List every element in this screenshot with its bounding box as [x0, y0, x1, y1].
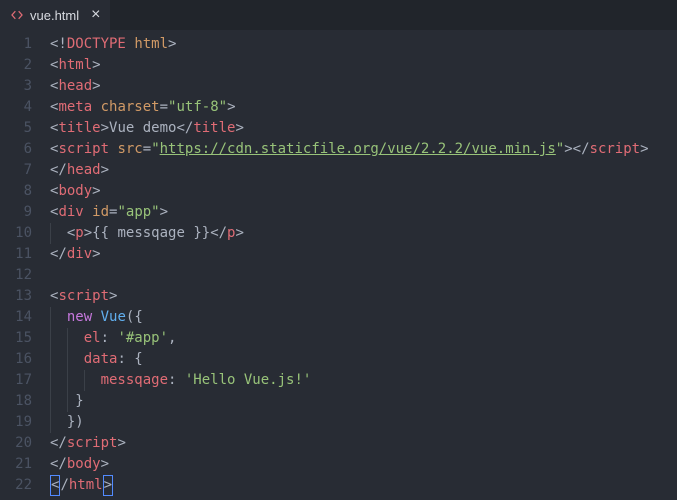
line-number: 18 [0, 391, 32, 412]
code-line[interactable]: messqage: 'Hello Vue.js!' [50, 370, 677, 391]
code-line[interactable]: <meta charset="utf-8"> [50, 97, 677, 118]
code-line[interactable]: }) [50, 412, 677, 433]
bracket-match: > [103, 475, 113, 496]
cursor: < [50, 475, 60, 496]
code-area[interactable]: <!DOCTYPE html> <html> <head> <meta char… [50, 34, 677, 500]
code-line[interactable]: <script src="https://cdn.staticfile.org/… [50, 139, 677, 160]
code-line[interactable]: <p>{{ messqage }}</p> [50, 223, 677, 244]
line-number: 13 [0, 286, 32, 307]
line-number: 22 [0, 475, 32, 496]
line-number: 20 [0, 433, 32, 454]
close-icon[interactable]: × [91, 7, 100, 23]
line-number: 6 [0, 139, 32, 160]
line-number: 15 [0, 328, 32, 349]
code-line[interactable]: <body> [50, 181, 677, 202]
line-number: 5 [0, 118, 32, 139]
tab-active[interactable]: vue.html × [0, 0, 110, 30]
line-number: 12 [0, 265, 32, 286]
line-number: 10 [0, 223, 32, 244]
code-line[interactable] [50, 265, 677, 286]
line-number: 9 [0, 202, 32, 223]
line-number: 8 [0, 181, 32, 202]
code-line[interactable]: </head> [50, 160, 677, 181]
code-line[interactable]: <!DOCTYPE html> [50, 34, 677, 55]
code-line[interactable]: el: '#app', [50, 328, 677, 349]
line-number: 21 [0, 454, 32, 475]
code-line[interactable]: <title>Vue demo</title> [50, 118, 677, 139]
code-line[interactable]: data: { [50, 349, 677, 370]
line-number: 2 [0, 55, 32, 76]
code-line[interactable]: <html> [50, 55, 677, 76]
tab-filename: vue.html [30, 8, 79, 23]
tab-bar: vue.html × [0, 0, 677, 30]
line-number: 14 [0, 307, 32, 328]
line-number-gutter: 12345678910111213141516171819202122 [0, 34, 50, 500]
code-line[interactable]: </html> [50, 475, 677, 496]
editor[interactable]: 12345678910111213141516171819202122 <!DO… [0, 30, 677, 500]
line-number: 1 [0, 34, 32, 55]
code-line[interactable]: } [50, 391, 677, 412]
code-line[interactable]: </body> [50, 454, 677, 475]
code-line[interactable]: </script> [50, 433, 677, 454]
line-number: 11 [0, 244, 32, 265]
line-number: 3 [0, 76, 32, 97]
line-number: 7 [0, 160, 32, 181]
line-number: 19 [0, 412, 32, 433]
line-number: 16 [0, 349, 32, 370]
code-line[interactable]: <script> [50, 286, 677, 307]
code-line[interactable]: <div id="app"> [50, 202, 677, 223]
code-line[interactable]: new Vue({ [50, 307, 677, 328]
line-number: 17 [0, 370, 32, 391]
code-line[interactable]: </div> [50, 244, 677, 265]
code-file-icon [10, 8, 24, 22]
line-number: 4 [0, 97, 32, 118]
code-line[interactable]: <head> [50, 76, 677, 97]
